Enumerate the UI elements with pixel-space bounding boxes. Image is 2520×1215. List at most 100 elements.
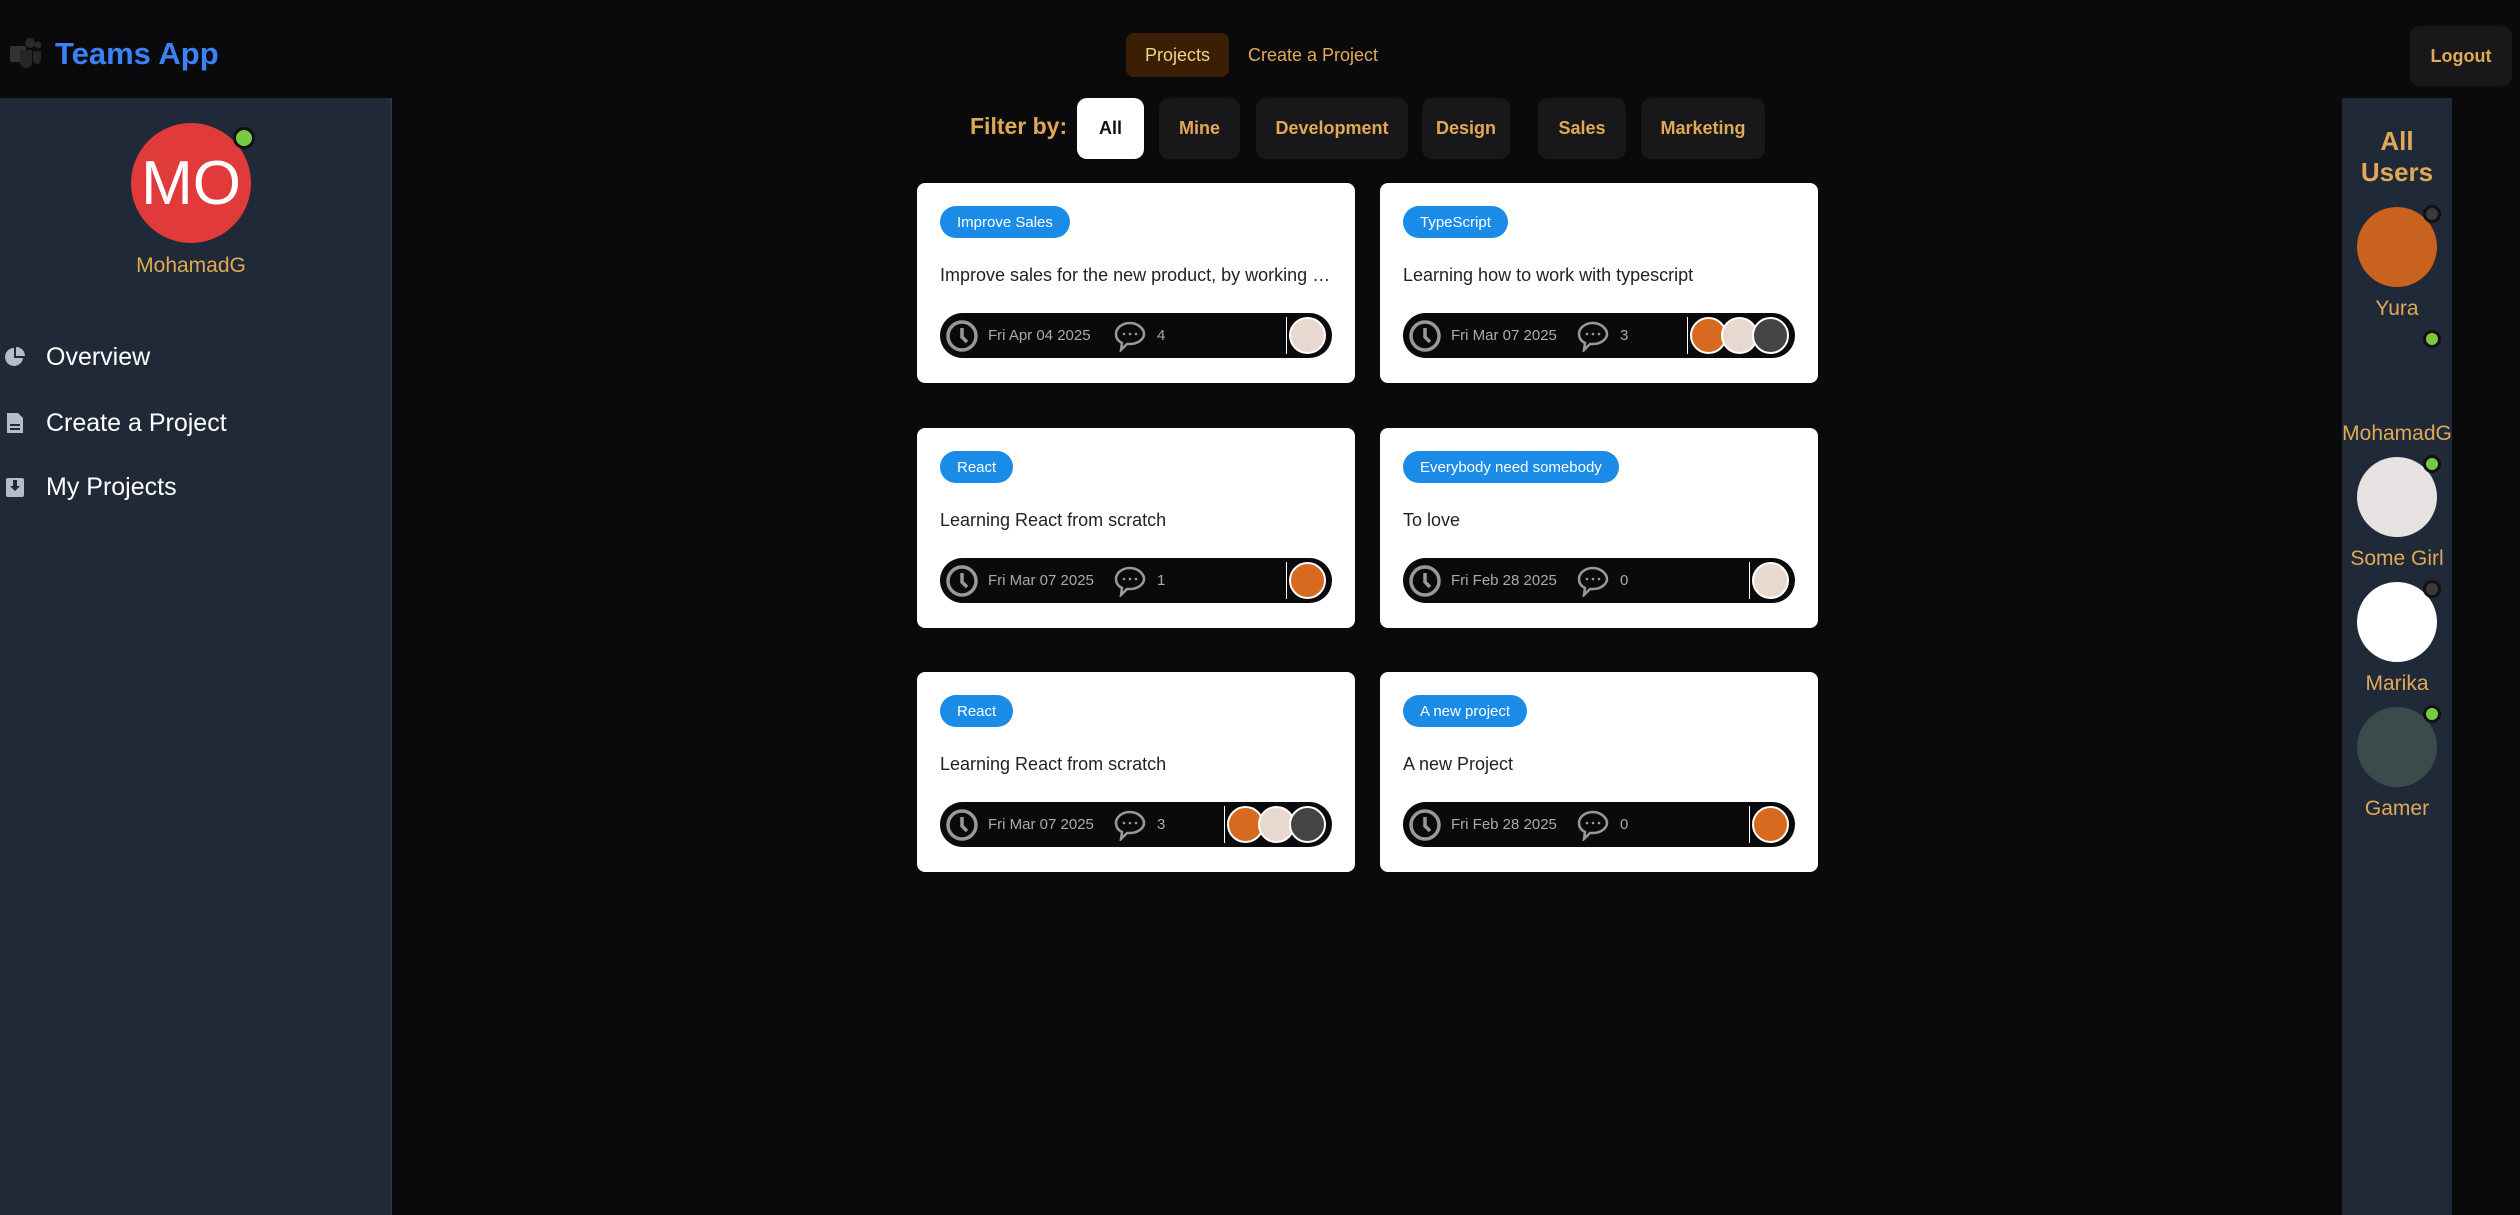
project-date: Fri Feb 28 2025 [1451, 572, 1557, 589]
project-tag[interactable]: Improve Sales [940, 206, 1070, 238]
project-footer: Fri Mar 07 2025 1 [940, 558, 1332, 603]
comment-icon[interactable] [1113, 320, 1147, 352]
avatar-initials: MO [141, 148, 241, 218]
project-card[interactable]: React Learning React from scratch Fri Ma… [917, 428, 1355, 628]
user-avatar[interactable] [2357, 705, 2441, 787]
user-list-item[interactable]: Some Girl [2342, 455, 2452, 571]
project-tag[interactable]: A new project [1403, 695, 1528, 727]
user-list-item[interactable]: MohamadG [2342, 330, 2452, 446]
comment-count: 0 [1620, 572, 1629, 589]
project-footer: Fri Feb 28 2025 0 [1403, 802, 1795, 847]
user-avatar[interactable] [2357, 205, 2441, 287]
user-name: Some Girl [2350, 547, 2444, 570]
user-name: Marika [2365, 672, 2429, 695]
project-date: Fri Mar 07 2025 [1451, 327, 1557, 344]
status-dot [2423, 455, 2441, 473]
member-avatars [1749, 562, 1789, 599]
status-dot [2423, 705, 2441, 723]
project-card[interactable]: Improve Sales Improve sales for the new … [917, 183, 1355, 383]
member-avatars [1286, 317, 1326, 354]
member-avatars [1749, 806, 1789, 843]
filter-label: Filter by: [970, 113, 1068, 139]
sidebar-item-label: Create a Project [46, 408, 227, 437]
comment-icon[interactable] [1576, 565, 1610, 597]
sidebar-item-overview[interactable]: Overview [0, 337, 150, 377]
user-name: MohamadG [2342, 422, 2452, 445]
member-avatar[interactable] [1289, 562, 1326, 599]
comment-count: 1 [1157, 572, 1166, 589]
project-card[interactable]: TypeScript Learning how to work with typ… [1380, 183, 1818, 383]
user-avatar[interactable] [2357, 330, 2441, 412]
user-list-item[interactable]: Marika [2342, 580, 2452, 696]
project-tag[interactable]: Everybody need somebody [1403, 451, 1619, 483]
comment-icon[interactable] [1576, 809, 1610, 841]
user-list-item[interactable]: Yura [2342, 205, 2452, 321]
comment-count: 3 [1620, 327, 1629, 344]
comment-icon[interactable] [1113, 565, 1147, 597]
teams-logo-icon [10, 38, 42, 68]
member-avatars [1224, 806, 1326, 843]
project-description: To love [1403, 510, 1461, 530]
filter-design[interactable]: Design [1422, 98, 1510, 159]
user-name: Gamer [2364, 797, 2430, 820]
project-footer: Fri Feb 28 2025 0 [1403, 558, 1795, 603]
filter-all[interactable]: All [1077, 98, 1144, 159]
project-tag[interactable]: React [940, 451, 1014, 483]
project-footer: Fri Mar 07 2025 3 [1403, 313, 1795, 358]
user-avatar[interactable] [2357, 580, 2441, 662]
comment-icon[interactable] [1113, 809, 1147, 841]
current-user-avatar[interactable]: MO [131, 123, 255, 243]
member-avatar[interactable] [1752, 317, 1789, 354]
project-description: Learning how to work with typescript [1403, 265, 1694, 285]
user-name: Yura [2375, 297, 2419, 320]
nav-projects[interactable]: Projects [1126, 33, 1229, 77]
clock-icon [1409, 808, 1441, 841]
project-tag[interactable]: TypeScript [1403, 206, 1508, 238]
filter-marketing[interactable]: Marketing [1641, 98, 1765, 159]
member-avatar[interactable] [1289, 806, 1326, 843]
filter-sales[interactable]: Sales [1538, 98, 1626, 159]
user-list-item[interactable]: Gamer [2342, 705, 2452, 821]
filter-development[interactable]: Development [1256, 98, 1408, 159]
comment-count: 3 [1157, 816, 1166, 833]
comment-count: 0 [1620, 816, 1629, 833]
filter-mine[interactable]: Mine [1159, 98, 1240, 159]
all-users-title: All Users [2360, 126, 2434, 187]
clock-icon [1409, 319, 1441, 352]
member-avatar[interactable] [1752, 806, 1789, 843]
nav-create-project[interactable]: Create a Project [1238, 33, 1388, 77]
member-avatar[interactable] [1289, 317, 1326, 354]
project-tag[interactable]: React [940, 695, 1014, 727]
project-description: A new Project [1403, 754, 1514, 774]
logout-button[interactable]: Logout [2410, 26, 2512, 86]
project-date: Fri Mar 07 2025 [988, 572, 1094, 589]
status-dot [2423, 580, 2441, 598]
sidebar-item-my-projects[interactable]: My Projects [0, 467, 177, 507]
project-description: Improve sales for the new product, by wo… [940, 265, 1335, 285]
download-box-icon [6, 478, 24, 497]
document-icon [7, 413, 23, 433]
clock-icon [946, 564, 978, 597]
pie-chart-icon [5, 347, 25, 366]
member-avatars [1687, 317, 1789, 354]
project-date: Fri Apr 04 2025 [988, 327, 1091, 344]
project-card[interactable]: A new project A new Project Fri Feb 28 2… [1380, 672, 1818, 872]
sidebar-item-label: My Projects [46, 472, 177, 501]
project-date: Fri Feb 28 2025 [1451, 816, 1557, 833]
project-date: Fri Mar 07 2025 [988, 816, 1094, 833]
app-title[interactable]: Teams App [55, 36, 219, 72]
member-avatar[interactable] [1752, 562, 1789, 599]
project-description: Learning React from scratch [940, 754, 1167, 774]
clock-icon [946, 319, 978, 352]
clock-icon [946, 808, 978, 841]
project-card[interactable]: React Learning React from scratch Fri Ma… [917, 672, 1355, 872]
online-status-dot [233, 127, 255, 149]
project-footer: Fri Apr 04 2025 4 [940, 313, 1332, 358]
sidebar-item-create-project[interactable]: Create a Project [0, 403, 227, 443]
member-avatars [1286, 562, 1326, 599]
project-card[interactable]: Everybody need somebody To love Fri Feb … [1380, 428, 1818, 628]
project-footer: Fri Mar 07 2025 3 [940, 802, 1332, 847]
comment-icon[interactable] [1576, 320, 1610, 352]
user-avatar[interactable] [2357, 455, 2441, 537]
sidebar-item-label: Overview [46, 342, 151, 371]
